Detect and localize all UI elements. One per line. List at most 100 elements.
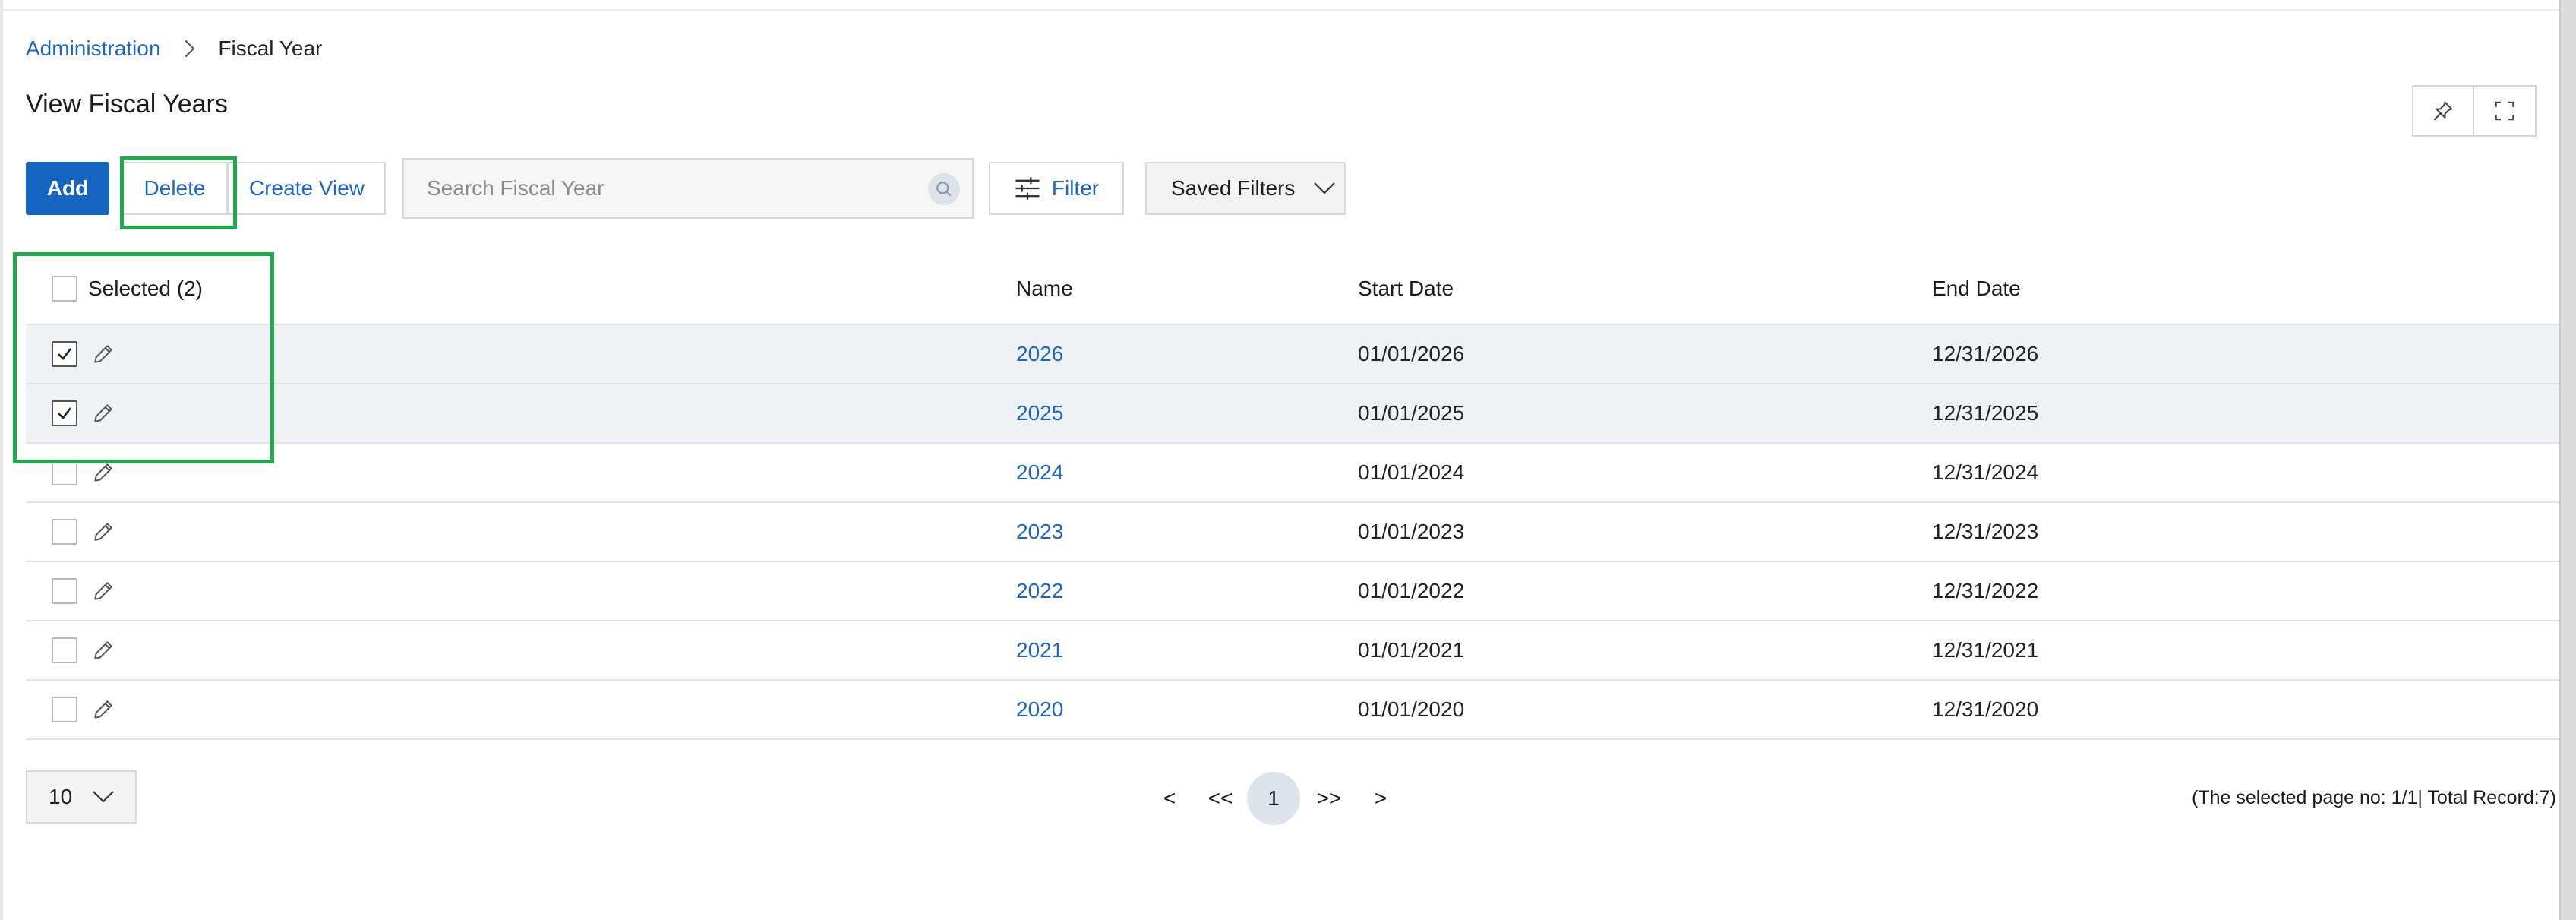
breadcrumb: Administration Fiscal Year bbox=[26, 33, 322, 64]
toolbar: Add Delete Create View Filter Saved Filt… bbox=[26, 158, 1346, 219]
fiscal-years-table: Selected (2) Name Start Date End Date 20… bbox=[26, 254, 2559, 740]
pencil-icon bbox=[94, 641, 112, 659]
end-date-cell: 12/31/2026 bbox=[1932, 342, 2039, 365]
create-view-button[interactable]: Create View bbox=[228, 162, 386, 215]
edit-button[interactable] bbox=[91, 638, 144, 662]
fullscreen-button[interactable] bbox=[2474, 85, 2537, 137]
row-checkbox[interactable] bbox=[52, 519, 77, 545]
select-all-cell bbox=[52, 276, 77, 302]
row-checkbox-cell bbox=[52, 697, 77, 722]
search-input[interactable] bbox=[404, 162, 905, 215]
edit-button[interactable] bbox=[91, 460, 144, 485]
end-date-cell: 12/31/2020 bbox=[1932, 697, 2039, 721]
filter-button[interactable]: Filter bbox=[989, 162, 1124, 215]
fullscreen-icon bbox=[2495, 101, 2514, 121]
end-date-cell: 12/31/2024 bbox=[1932, 460, 2039, 484]
pencil-icon bbox=[94, 523, 112, 541]
fiscal-year-name-link[interactable]: 2021 bbox=[1016, 638, 1063, 662]
edit-button[interactable] bbox=[91, 342, 144, 366]
start-date-cell: 01/01/2025 bbox=[1358, 401, 1465, 425]
fiscal-year-name-link[interactable]: 2025 bbox=[1016, 401, 1063, 425]
fiscal-year-name-link[interactable]: 2026 bbox=[1016, 342, 1063, 366]
window-left-edge bbox=[0, 0, 3, 920]
view-actions bbox=[2412, 85, 2537, 137]
start-date-cell: 01/01/2022 bbox=[1358, 579, 1465, 602]
row-checkbox[interactable] bbox=[52, 460, 77, 485]
top-divider bbox=[3, 0, 2559, 11]
start-date-column-header[interactable]: Start Date bbox=[1358, 277, 1454, 301]
search-button[interactable] bbox=[928, 173, 960, 205]
page-size-value: 10 bbox=[49, 785, 73, 808]
pencil-icon bbox=[94, 404, 112, 422]
search-icon bbox=[936, 182, 952, 197]
search-box bbox=[402, 158, 974, 219]
checkmark-icon bbox=[58, 407, 72, 419]
end-date-cell: 12/31/2023 bbox=[1932, 520, 2039, 543]
start-date-cell: 01/01/2026 bbox=[1358, 342, 1465, 365]
name-column-header[interactable]: Name bbox=[1016, 277, 1073, 301]
edit-button[interactable] bbox=[91, 401, 144, 425]
row-checkbox[interactable] bbox=[52, 341, 77, 367]
breadcrumb-current: Fiscal Year bbox=[218, 36, 323, 60]
filter-label: Filter bbox=[1051, 176, 1100, 200]
add-button[interactable]: Add bbox=[26, 162, 109, 215]
end-date-cell: 12/31/2022 bbox=[1932, 579, 2039, 602]
pagination: < << 1 >> > bbox=[1148, 772, 1403, 825]
edit-button[interactable] bbox=[91, 697, 144, 722]
pencil-icon bbox=[94, 345, 112, 363]
pencil-icon bbox=[94, 582, 112, 600]
edit-button[interactable] bbox=[91, 579, 144, 603]
start-date-cell: 01/01/2023 bbox=[1358, 520, 1465, 543]
saved-filters-dropdown[interactable]: Saved Filters bbox=[1145, 162, 1346, 215]
pin-icon bbox=[2433, 101, 2453, 121]
last-page-button[interactable]: >> bbox=[1300, 786, 1358, 811]
end-date-cell: 12/31/2021 bbox=[1932, 638, 2039, 662]
table-row[interactable]: 2021 01/01/2021 12/31/2021 bbox=[26, 621, 2559, 681]
table-row[interactable]: 2025 01/01/2025 12/31/2025 bbox=[26, 384, 2559, 444]
fiscal-year-name-link[interactable]: 2022 bbox=[1016, 579, 1063, 603]
row-checkbox-cell bbox=[52, 460, 77, 485]
start-date-cell: 01/01/2021 bbox=[1358, 638, 1465, 662]
row-checkbox[interactable] bbox=[52, 578, 77, 604]
selected-count-label: Selected (2) bbox=[88, 277, 203, 300]
vertical-scrollbar[interactable] bbox=[2559, 0, 2576, 920]
fiscal-year-name-link[interactable]: 2024 bbox=[1016, 460, 1063, 485]
select-all-checkbox[interactable] bbox=[52, 276, 77, 302]
chevron-down-icon bbox=[93, 791, 114, 803]
chevron-down-icon bbox=[1314, 182, 1336, 194]
delete-button[interactable]: Delete bbox=[122, 162, 228, 215]
table-row[interactable]: 2023 01/01/2023 12/31/2023 bbox=[26, 503, 2559, 562]
table-row[interactable]: 2022 01/01/2022 12/31/2022 bbox=[26, 562, 2559, 621]
checkmark-icon bbox=[58, 348, 72, 360]
saved-filters-label: Saved Filters bbox=[1171, 176, 1296, 200]
row-checkbox[interactable] bbox=[52, 697, 77, 722]
page-size-select[interactable]: 10 bbox=[26, 770, 137, 824]
fiscal-year-name-link[interactable]: 2023 bbox=[1016, 520, 1063, 544]
breadcrumb-administration-link[interactable]: Administration bbox=[26, 36, 160, 61]
pencil-icon bbox=[94, 463, 112, 482]
next-page-button[interactable]: > bbox=[1358, 786, 1403, 811]
end-date-cell: 12/31/2025 bbox=[1932, 401, 2039, 425]
row-checkbox-cell bbox=[52, 519, 77, 545]
start-date-cell: 01/01/2020 bbox=[1358, 697, 1465, 721]
current-page-button[interactable]: 1 bbox=[1247, 772, 1300, 825]
start-date-cell: 01/01/2024 bbox=[1358, 460, 1465, 484]
row-checkbox-cell bbox=[52, 341, 77, 367]
sliders-icon bbox=[1015, 177, 1040, 200]
page-title: View Fiscal Years bbox=[26, 90, 228, 119]
prev-page-button[interactable]: < bbox=[1148, 786, 1191, 811]
table-row[interactable]: 2024 01/01/2024 12/31/2024 bbox=[26, 444, 2559, 503]
record-info: (The selected page no: 1/1| Total Record… bbox=[2192, 787, 2556, 808]
row-checkbox[interactable] bbox=[52, 637, 77, 663]
chevron-right-icon bbox=[178, 40, 195, 58]
row-checkbox[interactable] bbox=[52, 400, 77, 426]
pencil-icon bbox=[94, 700, 112, 719]
table-row[interactable]: 2020 01/01/2020 12/31/2020 bbox=[26, 681, 2559, 740]
table-row[interactable]: 2026 01/01/2026 12/31/2026 bbox=[26, 325, 2559, 384]
fiscal-year-name-link[interactable]: 2020 bbox=[1016, 697, 1063, 722]
end-date-column-header[interactable]: End Date bbox=[1932, 277, 2021, 301]
first-page-button[interactable]: << bbox=[1194, 786, 1247, 811]
pin-button[interactable] bbox=[2412, 85, 2474, 137]
edit-button[interactable] bbox=[91, 520, 144, 544]
row-checkbox-cell bbox=[52, 637, 77, 663]
